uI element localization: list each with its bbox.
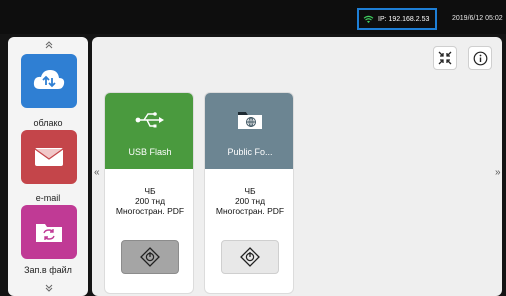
resolution: 200 тнд — [234, 196, 266, 206]
start-scan-button[interactable] — [121, 240, 179, 274]
file-format: Многостран. PDF — [215, 206, 285, 216]
network-folder-icon — [238, 112, 262, 129]
cloud-sync-icon — [33, 70, 65, 89]
wifi-icon — [363, 15, 374, 23]
info-button[interactable] — [468, 46, 492, 70]
next-page-arrow[interactable]: » — [495, 167, 501, 178]
info-icon — [473, 51, 487, 65]
folder-sync-icon — [36, 224, 62, 242]
sidebar: облако e-mail Зап.в файл — [8, 37, 88, 296]
prev-page-arrow[interactable]: « — [94, 167, 100, 178]
card-header: Public Fo... — [205, 93, 293, 169]
start-icon — [240, 247, 260, 267]
card-settings: ЧБ 200 тнд Многостран. PDF — [205, 186, 293, 216]
ip-indicator: IP: 192.168.2.53 — [357, 8, 437, 30]
resolution: 200 тнд — [134, 196, 166, 206]
start-scan-button[interactable] — [221, 240, 279, 274]
start-icon — [140, 247, 160, 267]
sidebar-item-label: Зап.в файл — [24, 265, 72, 275]
datetime: 2019/6/12 05:02 — [452, 15, 503, 22]
sidebar-item-email[interactable] — [21, 130, 77, 184]
destination-card-usb[interactable]: USB Flash ЧБ 200 тнд Многостран. PDF — [104, 92, 194, 294]
chevron-down-icon[interactable] — [44, 283, 54, 293]
card-settings: ЧБ 200 тнд Многостран. PDF — [105, 186, 193, 216]
chevron-up-icon[interactable] — [44, 40, 54, 50]
sidebar-item-save-to-file[interactable] — [21, 205, 77, 259]
collapse-icon — [438, 51, 452, 65]
color-mode: ЧБ — [144, 186, 156, 196]
main-panel: « » USB Flash ЧБ 200 тнд Многостран. PDF — [92, 37, 502, 296]
destination-card-public-folder[interactable]: Public Fo... ЧБ 200 тнд Многостран. PDF — [204, 92, 294, 294]
envelope-icon — [34, 148, 64, 166]
sidebar-item-label: облако — [33, 118, 63, 128]
file-format: Многостран. PDF — [115, 206, 185, 216]
color-mode: ЧБ — [244, 186, 256, 196]
card-title: Public Fo... — [227, 147, 273, 157]
usb-icon — [135, 112, 164, 128]
ip-address: IP: 192.168.2.53 — [378, 15, 430, 23]
card-title: USB Flash — [128, 147, 172, 157]
status-bar: IP: 192.168.2.53 2019/6/12 05:02 — [0, 0, 506, 34]
sidebar-item-cloud[interactable] — [21, 54, 77, 108]
card-header: USB Flash — [105, 93, 193, 169]
sidebar-item-label: e-mail — [35, 193, 61, 203]
collapse-button[interactable] — [433, 46, 457, 70]
